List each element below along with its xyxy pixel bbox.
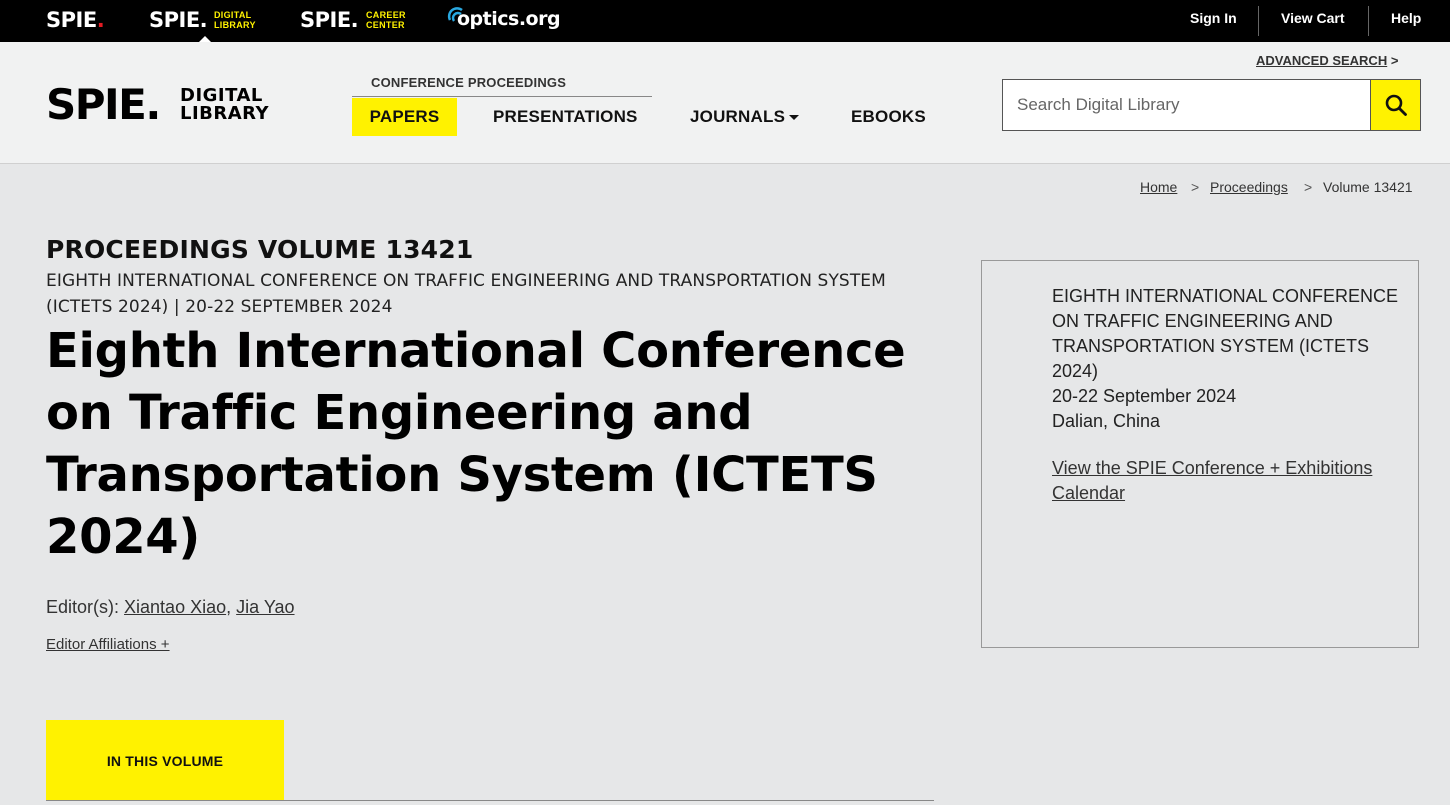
nav-divider (352, 96, 652, 97)
conference-name: EIGHTH INTERNATIONAL CONFERENCE ON TRAFF… (1052, 286, 1399, 381)
volume-label: PROCEEDINGS VOLUME 13421 (46, 235, 474, 264)
optics-logo-text: optics.org (457, 8, 561, 30)
nav-papers[interactable]: PAPERS (352, 98, 457, 136)
advanced-search-arrow-icon: > (1390, 53, 1399, 68)
breadcrumb-proceedings[interactable]: Proceedings (1210, 179, 1288, 195)
editor-affiliations-toggle[interactable]: Editor Affiliations + (46, 636, 170, 653)
editors-label: Editor(s): (46, 597, 120, 617)
logo-library-word: LIBRARY (180, 103, 270, 124)
advanced-search-label: ADVANCED SEARCH (1256, 53, 1388, 68)
digital-library-sub-2: LIBRARY (214, 20, 256, 30)
conference-calendar-link[interactable]: View the SPIE Conference + Exhibitions C… (1052, 456, 1392, 506)
conference-proceedings-label: CONFERENCE PROCEEDINGS (371, 75, 567, 90)
conference-location: Dalian, China (1052, 411, 1161, 431)
nav-ebooks[interactable]: EBOOKS (851, 98, 926, 136)
tab-divider (46, 800, 934, 801)
breadcrumb-home[interactable]: Home (1140, 179, 1177, 195)
editor-separator: , (226, 597, 232, 617)
conference-info-text: EIGHTH INTERNATIONAL CONFERENCE ON TRAFF… (1052, 284, 1418, 434)
digital-library-sub-1: DIGITAL (214, 10, 252, 20)
spie-logo-link[interactable]: SPIE. (46, 8, 105, 32)
nav-journals[interactable]: JOURNALS (690, 98, 800, 136)
breadcrumb-separator: > (1304, 179, 1313, 195)
chevron-down-icon (789, 115, 800, 121)
career-center-sub-2: CENTER (366, 20, 405, 30)
search-button[interactable] (1370, 79, 1421, 131)
spie-logo-text: SPIE (46, 8, 97, 32)
conference-subtitle: EIGHTH INTERNATIONAL CONFERENCE ON TRAFF… (46, 271, 886, 317)
search-field (1002, 79, 1372, 131)
editor-link-xiao[interactable]: Xiantao Xiao (124, 597, 226, 617)
in-this-volume-label: IN THIS VOLUME (106, 752, 224, 769)
spie-logo-dot: . (96, 8, 105, 32)
breadcrumb-separator: > (1191, 179, 1200, 195)
top-bar: SPIE. SPIE. DIGITAL LIBRARY SPIE. CAREER… (0, 0, 1450, 42)
in-this-volume-tab[interactable]: IN THIS VOLUME (46, 720, 284, 801)
conference-dates: 20-22 September 2024 (1052, 386, 1237, 406)
editors-line: Editor(s): Xiantao Xiao, Jia Yao (46, 597, 295, 618)
digital-library-logo-text: SPIE. (149, 8, 208, 32)
nav-presentations[interactable]: PRESENTATIONS (493, 98, 638, 136)
logo-digital-library-text: DIGITAL LIBRARY (180, 87, 269, 123)
breadcrumb-current: Volume 13421 (1323, 179, 1413, 195)
view-cart-link[interactable]: View Cart (1281, 10, 1345, 26)
sign-in-link[interactable]: Sign In (1190, 10, 1237, 26)
logo-spie-text: SPIE. (46, 80, 161, 129)
nav-journals-label: JOURNALS (690, 107, 786, 126)
page-title: Eighth International Conference on Traff… (46, 323, 906, 565)
topbar-divider (1258, 6, 1259, 36)
search-icon (1385, 94, 1407, 116)
site-header: SPIE. DIGITAL LIBRARY CONFERENCE PROCEED… (0, 42, 1450, 164)
career-center-sub-1: CAREER (366, 10, 406, 20)
editor-link-yao[interactable]: Jia Yao (236, 597, 294, 617)
conference-info-box: EIGHTH INTERNATIONAL CONFERENCE ON TRAFF… (981, 260, 1419, 648)
help-link[interactable]: Help (1391, 10, 1421, 26)
search-input[interactable] (1003, 80, 1371, 130)
advanced-search-link[interactable]: ADVANCED SEARCH > (1256, 53, 1398, 68)
career-center-logo-text: SPIE. (300, 8, 359, 32)
topbar-divider (1368, 6, 1369, 36)
